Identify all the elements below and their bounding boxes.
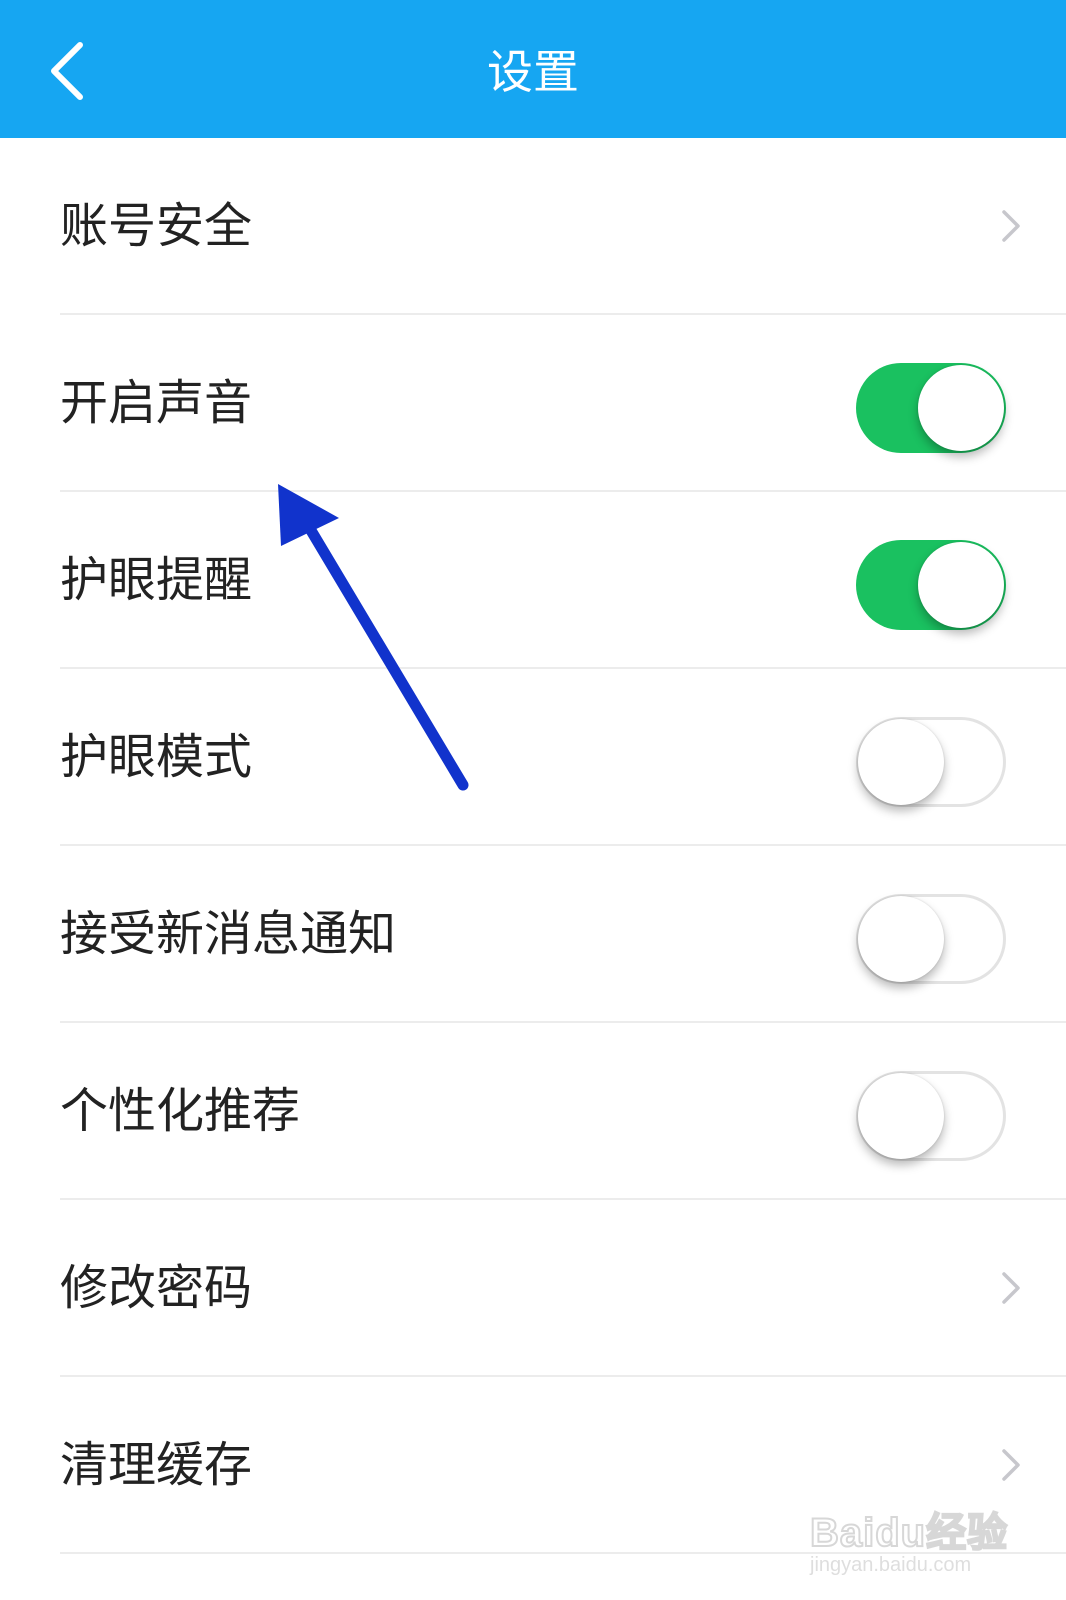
setting-account-security[interactable]: 账号安全 — [0, 138, 1066, 315]
setting-label: 接受新消息通知 — [60, 906, 397, 962]
eye-care-reminder-toggle[interactable] — [856, 540, 1006, 630]
personalized-recommendation-toggle[interactable] — [856, 1071, 1006, 1161]
chevron-right-icon — [1002, 1272, 1020, 1304]
chevron-right-icon — [1002, 210, 1020, 242]
app-header: 设置 — [0, 0, 1066, 138]
setting-label: 护眼提醒 — [60, 552, 253, 608]
watermark-url: jingyan.baidu.com — [810, 1554, 972, 1576]
setting-change-password[interactable]: 修改密码 — [0, 1200, 1066, 1377]
settings-list: 账号安全 开启声音 护眼提醒 护眼模式 接受新消息通知 个性化推荐 修改密码 清… — [0, 138, 1066, 1554]
watermark: Baidu经验 jingyan.baidu.com — [809, 1478, 1040, 1588]
setting-label: 修改密码 — [60, 1260, 253, 1316]
new-message-notification-toggle[interactable] — [856, 894, 1006, 984]
setting-label: 护眼模式 — [60, 729, 253, 785]
toggle-knob — [858, 719, 944, 805]
setting-sound: 开启声音 — [0, 315, 1066, 492]
sound-toggle[interactable] — [856, 363, 1006, 453]
toggle-knob — [858, 896, 944, 982]
setting-personalized-recommendation: 个性化推荐 — [0, 1023, 1066, 1200]
setting-eye-care-reminder: 护眼提醒 — [0, 492, 1066, 669]
setting-label: 清理缓存 — [60, 1437, 253, 1493]
setting-new-message-notification: 接受新消息通知 — [0, 846, 1066, 1023]
toggle-knob — [858, 1073, 944, 1159]
setting-eye-care-mode: 护眼模式 — [0, 669, 1066, 846]
setting-label: 账号安全 — [60, 198, 253, 254]
eye-care-mode-toggle[interactable] — [856, 717, 1006, 807]
setting-label: 个性化推荐 — [60, 1083, 301, 1139]
toggle-knob — [918, 542, 1004, 628]
page-title: 设置 — [487, 45, 579, 99]
setting-label: 开启声音 — [60, 375, 253, 431]
watermark-logo: Baidu经验 — [809, 1510, 1009, 1556]
toggle-knob — [918, 365, 1004, 451]
